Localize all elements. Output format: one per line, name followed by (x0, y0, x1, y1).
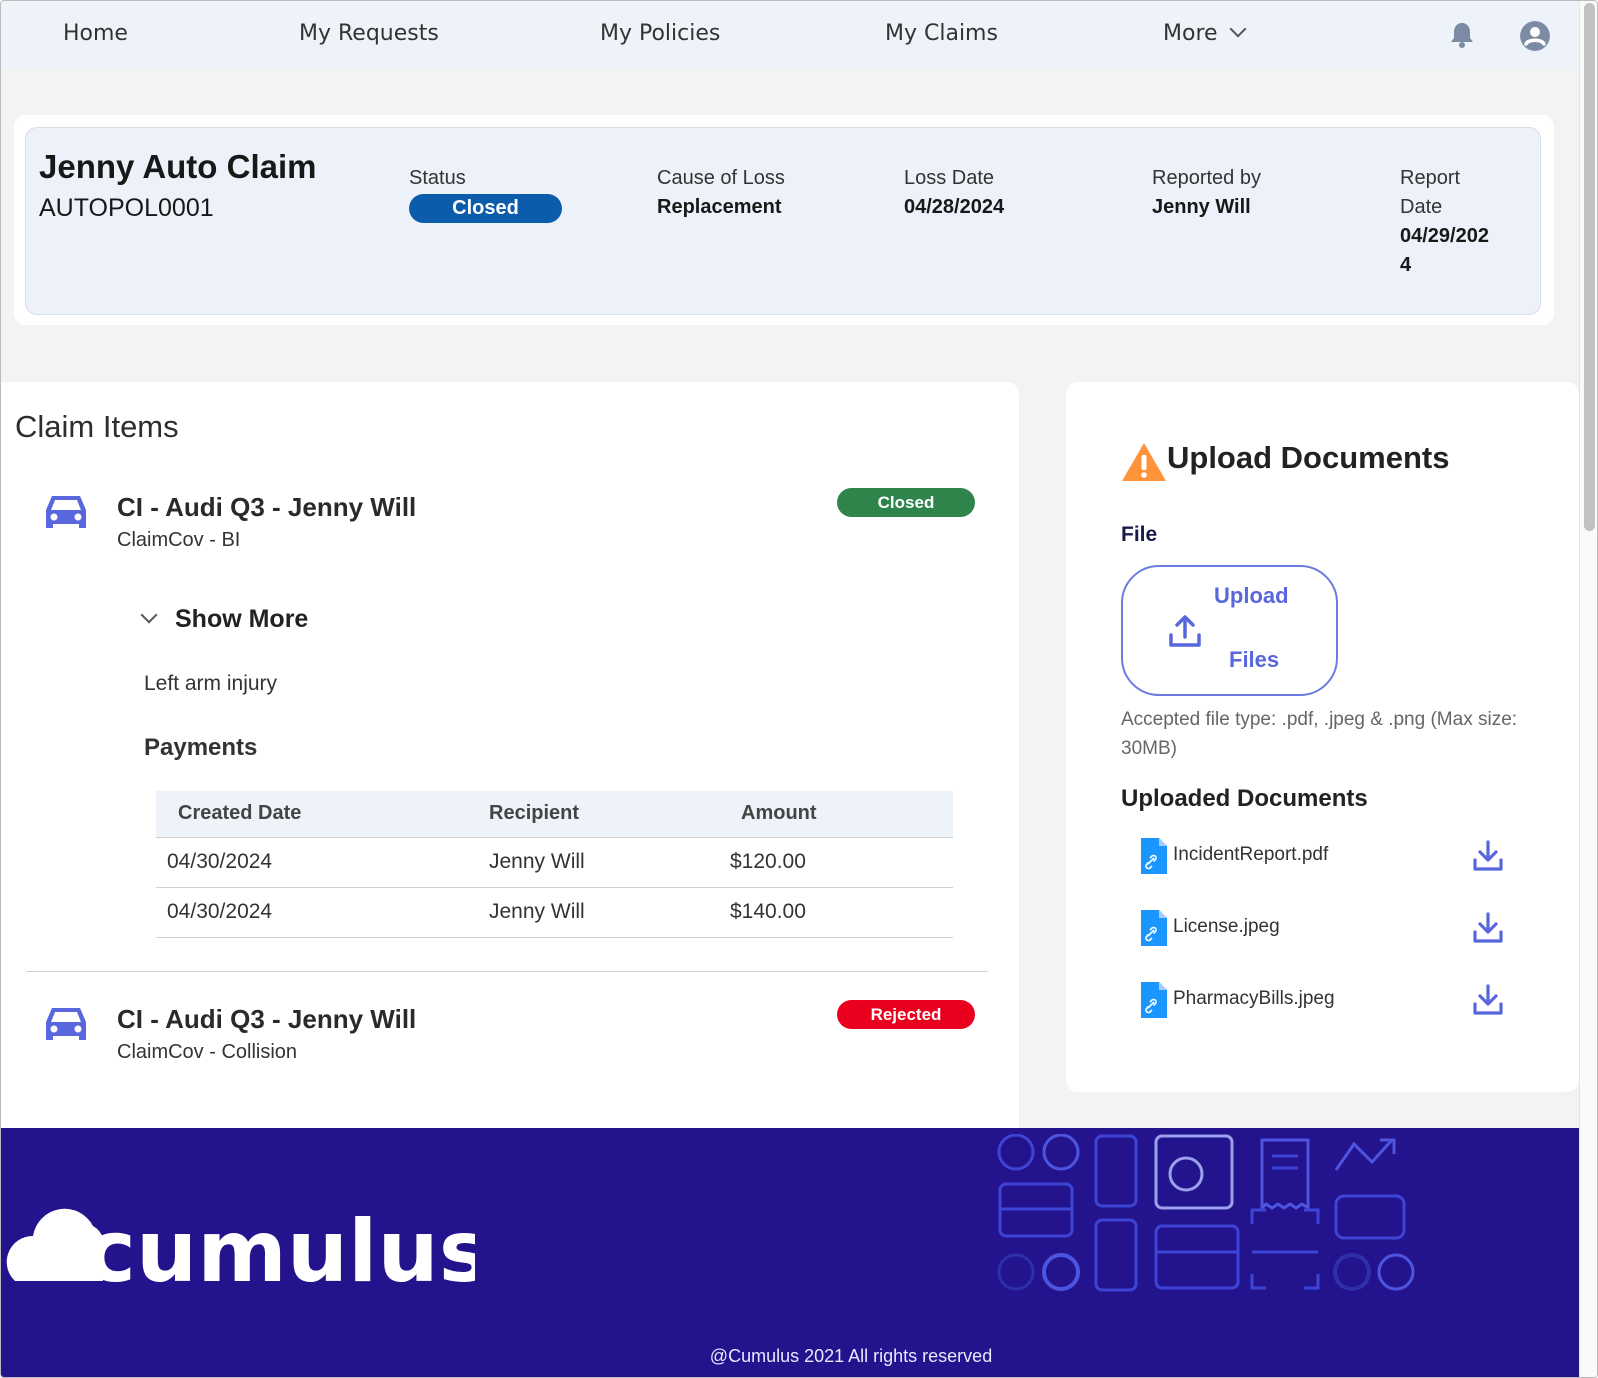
payments-heading: Payments (144, 734, 258, 761)
payments-header-row: Created Date Recipient Amount (156, 791, 953, 838)
claim-item-status-badge: Rejected (837, 1000, 975, 1029)
reported-value: Jenny Will (1152, 196, 1251, 218)
loss-date-value: 04/28/2024 (904, 196, 1005, 218)
cause-label: Cause of Loss (657, 167, 785, 189)
cell-recipient: Jenny Will (489, 837, 741, 888)
claim-number: AUTOPOL0001 (39, 194, 214, 222)
claim-item-title[interactable]: CI - Audi Q3 - Jenny Will (117, 492, 416, 523)
nav-my-requests[interactable]: My Requests (299, 21, 439, 46)
table-row: 04/30/2024 Jenny Will $120.00 (156, 837, 953, 888)
chevron-down-icon (1229, 20, 1247, 38)
app-frame: Home My Requests My Policies My Claims M… (0, 0, 1598, 1378)
cumulus-wordmark: cumulus (85, 1202, 475, 1286)
upload-button-label-1: Upload (1214, 583, 1289, 608)
claim-title: Jenny Auto Claim (39, 148, 317, 185)
status-field: Status Closed (409, 164, 562, 223)
footer: cumulus @Cumulus 2021 All rights reserve… (1, 1128, 1579, 1377)
document-name[interactable]: PharmacyBills.jpeg (1173, 988, 1335, 1010)
reported-label: Reported by (1152, 167, 1261, 189)
car-icon (46, 1008, 86, 1040)
table-row: 04/30/2024 Jenny Will $140.00 (156, 887, 953, 938)
payments-table: Created Date Recipient Amount 04/30/2024… (156, 791, 953, 938)
upload-documents-heading: Upload Documents (1167, 440, 1450, 475)
claim-item-title[interactable]: CI - Audi Q3 - Jenny Will (117, 1004, 416, 1035)
report-date-label: Report Date (1400, 167, 1461, 218)
cell-amount: $140.00 (730, 887, 953, 938)
file-label: File (1121, 523, 1158, 546)
loss-date-field: Loss Date 04/28/2024 (904, 164, 1004, 222)
file-link-icon (1141, 982, 1167, 1018)
download-icon[interactable] (1472, 984, 1504, 1016)
nav-home[interactable]: Home (63, 21, 128, 46)
report-date-value: 04/29/2024 (1400, 225, 1489, 276)
report-date-field: Report Date 04/29/2024 (1400, 164, 1500, 280)
claim-items-heading: Claim Items (15, 409, 179, 444)
nav-my-policies[interactable]: My Policies (600, 21, 720, 46)
col-created-date: Created Date (156, 791, 489, 838)
copyright-text: @Cumulus 2021 All rights reserved (709, 1346, 993, 1366)
claim-header: Jenny Auto Claim AUTOPOL0001 Status Clos… (25, 127, 1541, 315)
item-divider (26, 971, 988, 972)
status-badge: Closed (409, 194, 562, 223)
nav-more[interactable]: More (1163, 20, 1247, 46)
claim-item-status-badge: Closed (837, 488, 975, 517)
show-more-toggle[interactable]: Show More (139, 605, 308, 634)
page-scrollbar[interactable] (1579, 1, 1597, 1377)
document-name[interactable]: IncidentReport.pdf (1173, 844, 1328, 866)
col-recipient: Recipient (489, 791, 741, 838)
download-icon[interactable] (1472, 912, 1504, 944)
file-link-icon (1141, 838, 1167, 874)
document-row: PharmacyBills.jpeg (1139, 982, 1539, 1022)
top-nav: Home My Requests My Policies My Claims M… (1, 1, 1579, 70)
upload-icon (1169, 615, 1201, 647)
scrollbar-thumb[interactable] (1584, 3, 1595, 531)
claim-header-card: Jenny Auto Claim AUTOPOL0001 Status Clos… (14, 115, 1554, 325)
car-icon (46, 496, 86, 528)
upload-files-button[interactable]: Upload Files (1121, 565, 1338, 696)
col-amount: Amount (741, 791, 953, 838)
upload-button-label-2: Files (1229, 647, 1280, 672)
nav-my-claims[interactable]: My Claims (885, 21, 998, 46)
user-avatar-icon[interactable] (1520, 21, 1550, 51)
status-label: Status (409, 167, 466, 189)
upload-documents-card: Upload Documents File Upload Files Accep… (1066, 382, 1579, 1092)
cause-of-loss-field: Cause of Loss Replacement (657, 164, 785, 222)
accepted-file-types: Accepted file type: .pdf, .jpeg & .png (… (1121, 709, 1518, 759)
show-more-label: Show More (175, 605, 309, 633)
document-row: IncidentReport.pdf (1139, 838, 1539, 878)
cell-recipient: Jenny Will (489, 887, 741, 938)
claim-items-card: Claim Items CI - Audi Q3 - Jenny Will Cl… (1, 382, 1019, 1128)
claim-item-subtitle: ClaimCov - Collision (117, 1041, 298, 1063)
uploaded-documents-heading: Uploaded Documents (1121, 785, 1368, 812)
bell-icon[interactable] (1449, 21, 1475, 49)
chevron-down-icon (140, 606, 158, 624)
download-icon[interactable] (1472, 840, 1504, 872)
nav-more-label: More (1163, 21, 1218, 46)
claim-item-subtitle: ClaimCov - BI (117, 529, 241, 551)
cell-amount: $120.00 (730, 837, 953, 888)
cell-created-date: 04/30/2024 (156, 887, 489, 938)
cell-created-date: 04/30/2024 (156, 837, 489, 888)
document-row: License.jpeg (1139, 910, 1539, 950)
document-name[interactable]: License.jpeg (1173, 916, 1280, 938)
warning-icon (1122, 443, 1166, 481)
claim-item-description: Left arm injury (144, 672, 278, 695)
reported-by-field: Reported by Jenny Will (1152, 164, 1261, 222)
decorative-pattern (997, 1134, 1415, 1292)
amount-value: $120.00 (730, 850, 806, 873)
amount-value: $140.00 (730, 900, 806, 923)
cumulus-logo: cumulus (6, 1202, 475, 1286)
cause-value: Replacement (657, 196, 782, 218)
file-link-icon (1141, 910, 1167, 946)
loss-date-label: Loss Date (904, 167, 995, 189)
